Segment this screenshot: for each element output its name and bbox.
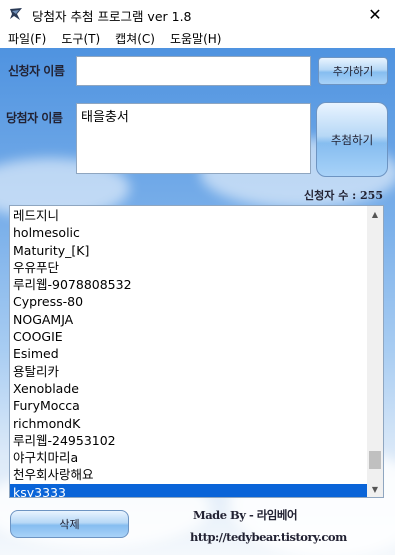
app-icon bbox=[10, 8, 22, 20]
scroll-up-arrow-icon[interactable]: ▲ bbox=[367, 206, 383, 222]
list-item[interactable]: 루리웹-9078808532 bbox=[10, 276, 368, 293]
delete-button[interactable]: 삭제 bbox=[10, 510, 129, 538]
made-by-text: Made By - 라임베어 bbox=[193, 508, 298, 522]
list-item[interactable]: 레드지니 bbox=[10, 207, 368, 224]
scroll-down-arrow-icon[interactable]: ▼ bbox=[367, 481, 383, 497]
menu-help[interactable]: 도움말(H) bbox=[162, 30, 229, 47]
list-item[interactable]: 천우회사랑해요 bbox=[10, 466, 368, 483]
list-item[interactable]: richmondK bbox=[10, 415, 368, 432]
list-item[interactable]: Cypress-80 bbox=[10, 293, 368, 310]
scroll-thumb[interactable] bbox=[369, 450, 381, 469]
list-item[interactable]: NOGAMJA bbox=[10, 311, 368, 328]
draw-button-label: 추첨하기 bbox=[330, 132, 374, 147]
close-button[interactable]: ✕ bbox=[355, 0, 395, 28]
applicant-count-label: 신청자 수 : bbox=[304, 189, 361, 202]
applicant-name-input[interactable] bbox=[76, 56, 311, 86]
winner-name-value: 태을충서 bbox=[81, 110, 129, 125]
blog-url-text: http://tedybear.tistory.com bbox=[190, 530, 347, 544]
window-title: 당첨자 추첨 프로그램 ver 1.8 bbox=[32, 9, 192, 24]
applicant-count: 신청자 수 : 255 bbox=[304, 187, 383, 203]
menu-file[interactable]: 파일(F) bbox=[0, 30, 53, 47]
list-item[interactable]: Maturity_[K] bbox=[10, 242, 368, 259]
winner-name-box: 태을충서 bbox=[76, 103, 311, 174]
list-item[interactable]: 루리웹-24953102 bbox=[10, 432, 368, 449]
menu-tools[interactable]: 도구(T) bbox=[53, 30, 107, 47]
list-scrollbar[interactable]: ▲ ▼ bbox=[367, 206, 383, 497]
list-item[interactable]: holmesolic bbox=[10, 224, 368, 241]
list-item[interactable]: 용탈리카 bbox=[10, 363, 368, 380]
applicant-label: 신청자 이름 bbox=[8, 64, 65, 78]
menu-bar: 파일(F) 도구(T) 캡쳐(C) 도움말(H) bbox=[0, 28, 395, 48]
list-item[interactable]: Xenoblade bbox=[10, 380, 368, 397]
list-item[interactable]: 야구치마리a bbox=[10, 449, 368, 466]
close-icon: ✕ bbox=[368, 4, 382, 24]
delete-button-label: 삭제 bbox=[59, 518, 80, 531]
list-item[interactable]: FuryMocca bbox=[10, 397, 368, 414]
title-bar: 당첨자 추첨 프로그램 ver 1.8 ✕ bbox=[0, 0, 395, 28]
list-item-selected[interactable]: ksy3333 bbox=[10, 483, 368, 497]
list-item[interactable]: Esimed bbox=[10, 345, 368, 362]
applicant-list-items: 레드지니 holmesolic Maturity_[K] 우유푸단 루리웹-907880… bbox=[10, 207, 368, 497]
draw-button[interactable]: 추첨하기 bbox=[316, 102, 388, 177]
list-item[interactable]: COOGIE bbox=[10, 328, 368, 345]
client-area: 신청자 이름 추가하기 당첨자 이름 태을충서 추첨하기 신청자 수 : 255… bbox=[0, 48, 395, 555]
applicant-count-value: 255 bbox=[360, 189, 383, 202]
add-button[interactable]: 추가하기 bbox=[318, 57, 388, 85]
list-item[interactable]: 우유푸단 bbox=[10, 259, 368, 276]
menu-capture[interactable]: 캡쳐(C) bbox=[107, 30, 162, 47]
add-button-label: 추가하기 bbox=[332, 65, 374, 78]
applicant-list[interactable]: 레드지니 holmesolic Maturity_[K] 우유푸단 루리웹-907880… bbox=[9, 205, 384, 498]
winner-label: 당첨자 이름 bbox=[6, 111, 63, 125]
